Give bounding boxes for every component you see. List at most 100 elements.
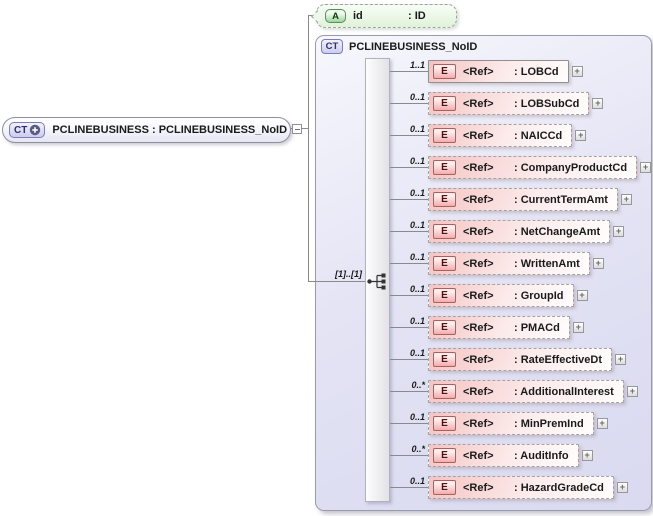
expand-button[interactable]: + [616, 482, 628, 493]
cardinality-label: 0..1 [409, 284, 425, 294]
element-ref-label: <Ref> [463, 65, 494, 78]
expand-button[interactable]: + [581, 450, 593, 461]
element-ref-label: <Ref> [463, 129, 494, 142]
element-badge-icon: E [433, 96, 456, 111]
attribute-badge-icon: A [325, 9, 346, 23]
expand-button[interactable]: + [576, 290, 588, 301]
complex-type-badge-icon: CT [321, 39, 343, 54]
element-ref-label: <Ref> [463, 289, 494, 302]
connector-line [390, 71, 428, 72]
element-badge-icon: E [433, 416, 456, 431]
element-badge-icon: E [433, 384, 456, 399]
connector-line [390, 423, 428, 424]
element-type-label: : CompanyProductCd [514, 161, 628, 174]
connector-line [308, 15, 309, 282]
element-ref-node[interactable]: E <Ref> : AdditionalInterest [428, 380, 624, 403]
element-type-label: : AdditionalInterest [514, 385, 614, 398]
expand-button[interactable]: + [596, 418, 608, 429]
connector-line [390, 135, 428, 136]
element-type-label: : WrittenAmt [514, 257, 580, 270]
element-badge-icon: E [433, 128, 456, 143]
connector-line [390, 455, 428, 456]
expand-button[interactable]: + [640, 162, 652, 173]
element-type-label: : LOBCd [514, 65, 559, 78]
expand-button[interactable]: + [571, 66, 583, 77]
cardinality-label: 1..1 [409, 60, 425, 70]
element-ref-node[interactable]: E <Ref> : GroupId [428, 284, 574, 307]
element-ref-node[interactable]: E <Ref> : CurrentTermAmt [428, 188, 618, 211]
element-type-label: : MinPremInd [514, 417, 584, 430]
expand-button[interactable]: + [613, 226, 625, 237]
element-ref-label: <Ref> [463, 353, 494, 366]
cardinality-label: 0..1 [409, 252, 425, 262]
element-ref-node[interactable]: E <Ref> : WrittenAmt [428, 252, 590, 275]
cardinality-label: 0..1 [409, 348, 425, 358]
element-badge-icon: E [433, 320, 456, 335]
element-ref-node[interactable]: E <Ref> : NAICCd [428, 124, 573, 147]
cardinality-label: 0..* [411, 380, 425, 390]
element-ref-node[interactable]: E <Ref> : LOBCd [428, 60, 569, 83]
element-row-lobsubcd: 0..1 E <Ref> : LOBSubCd + [390, 92, 604, 115]
element-row-auditinfo: 0..* E <Ref> : AuditInfo + [390, 444, 593, 467]
cardinality-label: 0..1 [409, 220, 425, 230]
element-ref-label: <Ref> [463, 97, 494, 110]
expand-button[interactable]: + [592, 98, 604, 109]
complex-type-header: CT PCLINEBUSINESS_NoID [321, 39, 477, 54]
complex-type-title: PCLINEBUSINESS_NoID [349, 40, 478, 53]
attribute-node[interactable]: A id : ID [316, 4, 457, 28]
connector-line [390, 487, 428, 488]
element-ref-node[interactable]: E <Ref> : PMACd [428, 316, 570, 339]
element-badge-icon: E [433, 64, 456, 79]
element-ref-node[interactable]: E <Ref> : CompanyProductCd [428, 156, 638, 179]
cardinality-label: 0..1 [409, 476, 425, 486]
element-ref-label: <Ref> [463, 321, 494, 334]
expand-button[interactable]: + [626, 386, 638, 397]
plus-circle-icon [30, 124, 41, 136]
connector-line [308, 281, 368, 282]
global-element-label: PCLINEBUSINESS : PCLINEBUSINESS_NoID [52, 124, 288, 136]
element-row-pmacd: 0..1 E <Ref> : PMACd + [390, 316, 584, 339]
element-ref-label: <Ref> [463, 417, 494, 430]
connector-line [390, 359, 428, 360]
cardinality-label: 0..1 [409, 124, 425, 134]
element-row-additionalinterest: 0..* E <Ref> : AdditionalInterest + [390, 380, 638, 403]
element-ref-node[interactable]: E <Ref> : LOBSubCd [428, 92, 590, 115]
element-ref-label: <Ref> [463, 449, 494, 462]
cardinality-label: 0..1 [409, 188, 425, 198]
connector-line [390, 231, 428, 232]
expand-button[interactable]: + [575, 130, 587, 141]
connector-line [390, 263, 428, 264]
element-row-minpremind: 0..1 E <Ref> : MinPremInd + [390, 412, 608, 435]
global-element-node[interactable]: CT PCLINEBUSINESS : PCLINEBUSINESS_NoID [2, 117, 291, 143]
element-ref-node[interactable]: E <Ref> : MinPremInd [428, 412, 594, 435]
element-ref-node[interactable]: E <Ref> : NetChangeAmt [428, 220, 611, 243]
element-ref-label: <Ref> [463, 193, 494, 206]
element-type-label: : AuditInfo [514, 449, 569, 462]
sequence-icon [367, 273, 386, 290]
element-row-hazardgradecd: 0..1 E <Ref> : HazardGradeCd + [390, 476, 628, 499]
element-row-rateeffectivedt: 0..1 E <Ref> : RateEffectiveDt + [390, 348, 627, 371]
attribute-type: : ID [408, 10, 426, 22]
element-type-label: : CurrentTermAmt [514, 193, 608, 206]
element-badge-icon: E [433, 192, 456, 207]
element-ref-node[interactable]: E <Ref> : AuditInfo [428, 444, 579, 467]
expand-button[interactable]: + [620, 194, 632, 205]
cardinality-label: 0..* [411, 444, 425, 454]
element-row-currenttermamt: 0..1 E <Ref> : CurrentTermAmt + [390, 188, 632, 211]
element-badge-icon: E [433, 160, 456, 175]
connector-handle[interactable] [292, 124, 302, 134]
connector-line [390, 199, 428, 200]
expand-button[interactable]: + [572, 322, 584, 333]
element-ref-node[interactable]: E <Ref> : HazardGradeCd [428, 476, 614, 499]
element-ref-label: <Ref> [463, 225, 494, 238]
expand-button[interactable]: + [615, 354, 627, 365]
element-ref-label: <Ref> [463, 481, 494, 494]
element-badge-icon: E [433, 448, 456, 463]
element-type-label: : GroupId [514, 289, 564, 302]
cardinality-label: 0..1 [409, 412, 425, 422]
element-badge-icon: E [433, 224, 456, 239]
expand-button[interactable]: + [592, 258, 604, 269]
connector-line [390, 391, 428, 392]
element-ref-node[interactable]: E <Ref> : RateEffectiveDt [428, 348, 613, 371]
element-row-netchangeamt: 0..1 E <Ref> : NetChangeAmt + [390, 220, 625, 243]
